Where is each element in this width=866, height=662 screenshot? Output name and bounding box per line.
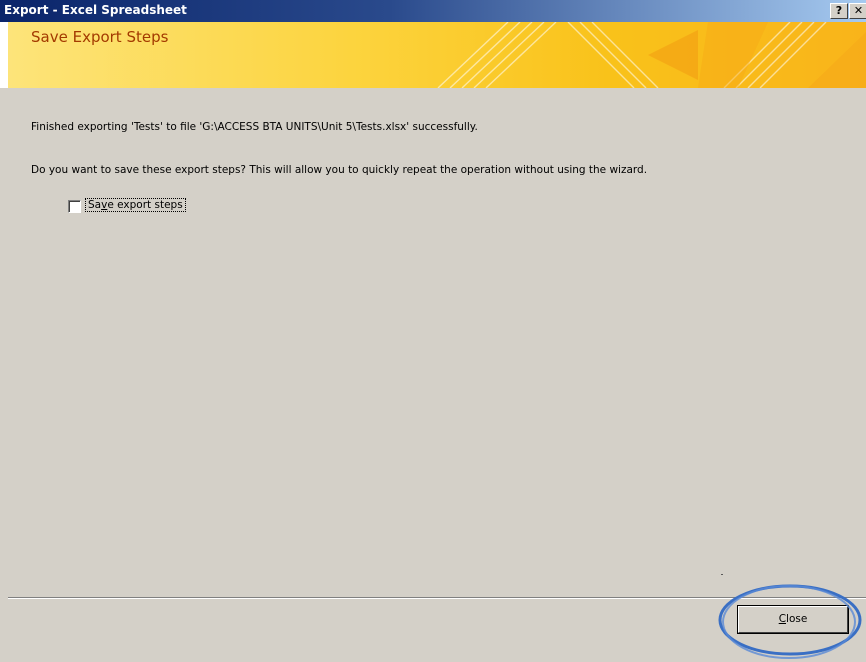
save-export-steps-label[interactable]: Save export steps <box>85 198 186 212</box>
close-icon: ✕ <box>853 4 864 17</box>
highlight-annotation <box>718 584 862 659</box>
finished-message: Finished exporting 'Tests' to file 'G:\A… <box>31 121 478 133</box>
question-mark-icon: ? <box>835 4 843 17</box>
dialog-left-margin <box>0 88 8 662</box>
title-bar: Export - Excel Spreadsheet ? ✕ <box>0 0 866 22</box>
save-export-steps-checkbox[interactable] <box>68 200 81 213</box>
help-button[interactable]: ? <box>830 3 848 19</box>
export-dialog: Export - Excel Spreadsheet ? ✕ Save Expo… <box>0 0 866 662</box>
window-title: Export - Excel Spreadsheet <box>4 3 187 17</box>
save-steps-question: Do you want to save these export steps? … <box>31 164 648 176</box>
page-title: Save Export Steps <box>31 28 169 46</box>
label-part-before: Sa <box>88 199 102 211</box>
window-close-button[interactable]: ✕ <box>849 3 866 19</box>
banner-left-edge <box>0 22 8 88</box>
label-part-after: e export steps <box>107 199 183 211</box>
